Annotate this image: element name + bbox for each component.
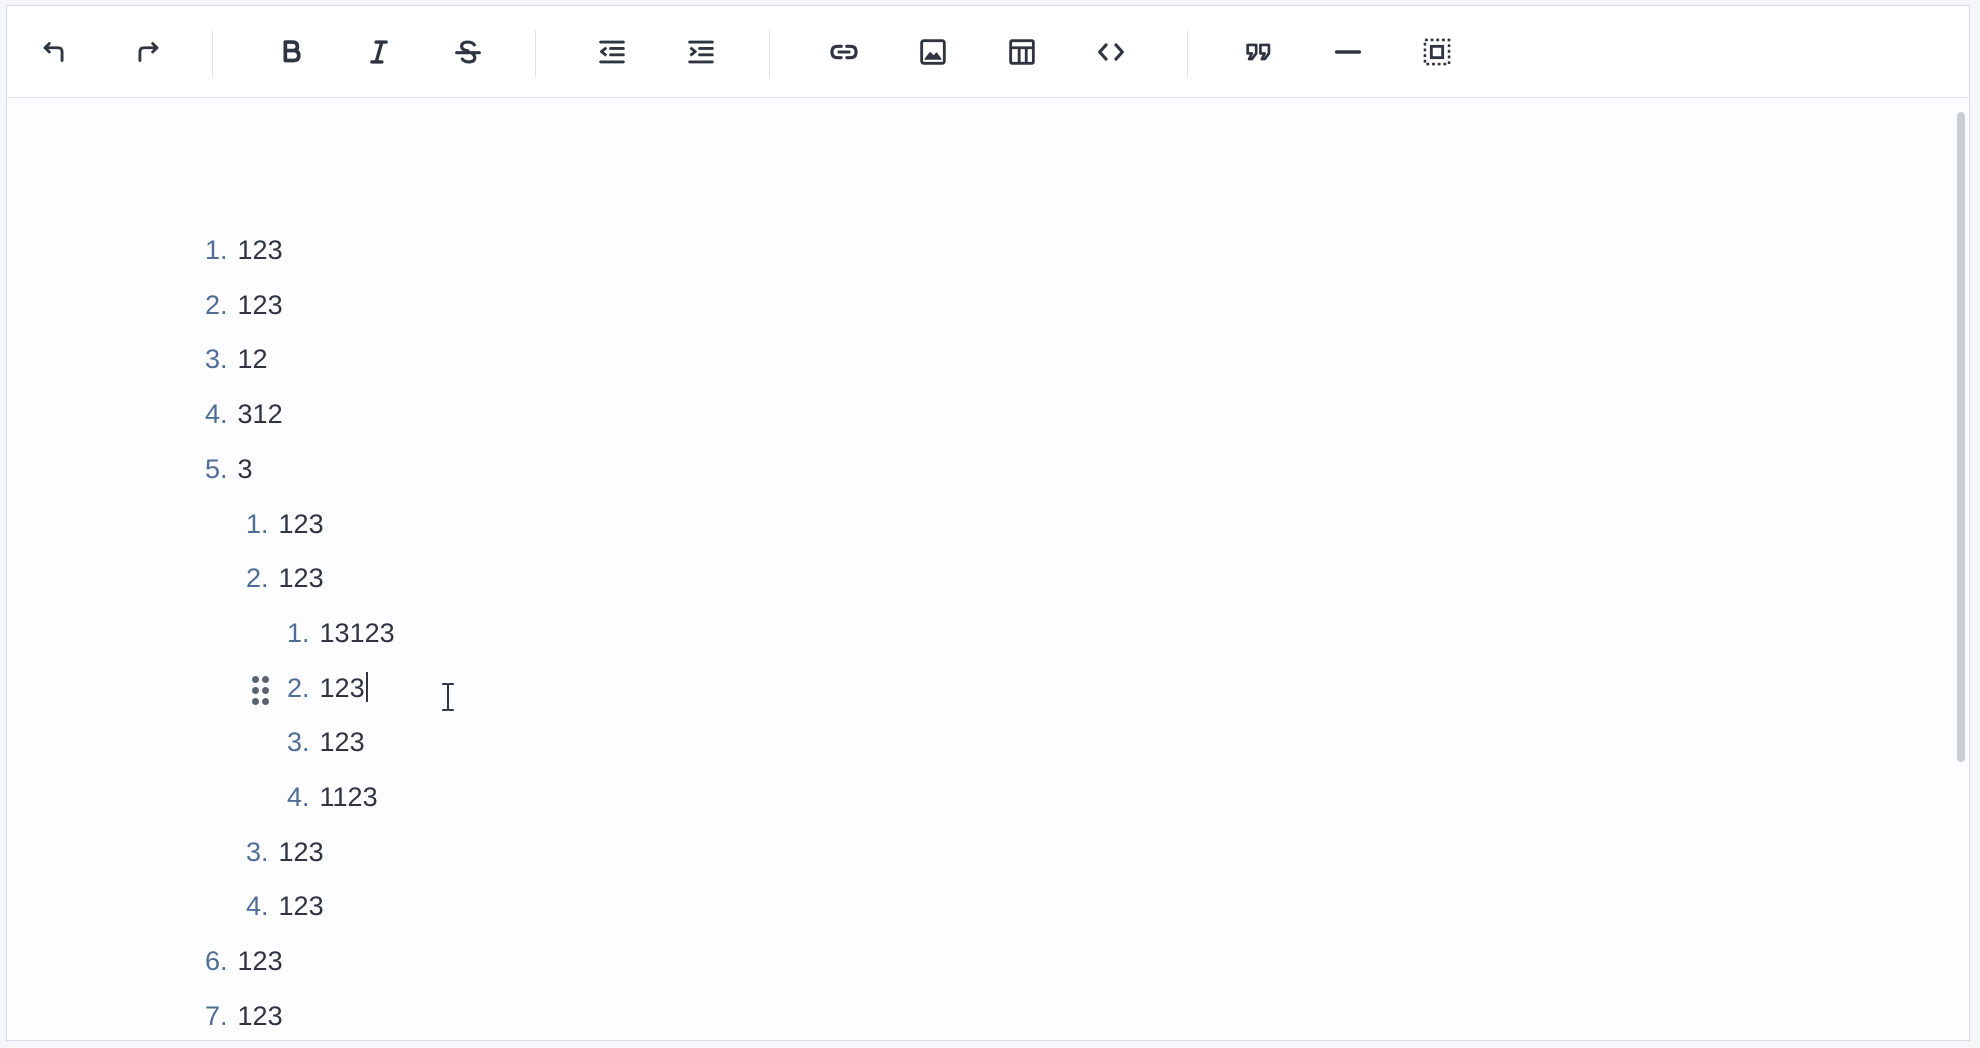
drag-handle-icon[interactable] [251,674,271,708]
outdent-icon [599,40,625,64]
list-item-marker: 2. [287,673,310,703]
list-item[interactable]: 7. 123 [205,996,283,1036]
list-item[interactable]: 1. 123 [246,504,324,544]
list-item[interactable]: 6. 123 [205,941,283,981]
indent-icon [688,40,714,64]
italic-button[interactable] [359,32,399,72]
horizontal-rule-button[interactable] [1328,32,1368,72]
list-item[interactable]: 4. 1123 [287,777,378,817]
list-item-text[interactable]: 123 [279,509,324,539]
editor-toolbar [7,6,1969,98]
list-item[interactable]: 3. 123 [287,722,365,762]
list-item[interactable]: 3. 123 [246,832,324,872]
list-item[interactable]: 1. 13123 [287,613,395,653]
redo-button[interactable] [127,32,167,72]
list-item-text[interactable]: 12 [238,344,268,374]
toolbar-divider [1187,30,1188,78]
list-item-marker: 3. [287,727,310,757]
list-item-text[interactable]: 123 [320,673,365,703]
list-item-marker: 1. [205,235,228,265]
undo-icon [43,42,64,62]
editor-window: 1. 123 2. 123 3. 12 4. 312 5. 3 1. 123 2. 123 1. 13123 2… [6,5,1970,1041]
image-icon [920,39,946,65]
list-item-text[interactable]: 123 [238,1001,283,1031]
list-item-text[interactable]: 123 [238,946,283,976]
list-item-text[interactable]: 123 [320,727,365,757]
quote-icon [1246,43,1271,61]
list-item-marker: 1. [287,618,310,648]
list-item[interactable]: 4. 312 [205,394,283,434]
code-button[interactable] [1091,32,1131,72]
strikethrough-button[interactable] [448,32,488,72]
list-item-text[interactable]: 123 [238,290,283,320]
toolbar-divider [212,30,213,78]
list-item-marker: 2. [205,290,228,320]
list-item-marker: 3. [205,344,228,374]
outdent-button[interactable] [592,32,632,72]
list-item[interactable]: 1. 123 [205,230,283,270]
list-item-text[interactable]: 3 [238,454,253,484]
list-item-marker: 2. [246,563,269,593]
list-item-text[interactable]: 123 [279,891,324,921]
link-button[interactable] [824,32,864,72]
link-icon [830,44,858,60]
list-item[interactable]: 5. 3 [205,449,253,489]
list-item-marker: 5. [205,454,228,484]
list-item-marker: 4. [287,782,310,812]
list-item[interactable]: 2. 123 [205,285,283,325]
code-icon [1098,43,1124,61]
redo-icon [138,42,159,62]
indent-button[interactable] [681,32,721,72]
list-item-text[interactable]: 13123 [320,618,395,648]
image-button[interactable] [913,32,953,72]
list-item-text[interactable]: 123 [238,235,283,265]
scrollbar[interactable] [1957,112,1965,762]
list-item[interactable]: 4. 123 [246,886,324,926]
undo-button[interactable] [35,32,75,72]
italic-icon [370,40,388,64]
list-item[interactable]: 2. 123 [287,668,368,708]
table-icon [1009,39,1035,65]
select-all-icon [1423,38,1451,66]
toolbar-divider [769,30,770,78]
strikethrough-icon [455,40,481,64]
horizontal-rule-icon [1334,50,1362,54]
select-all-button[interactable] [1417,32,1457,72]
list-item-marker: 7. [205,1001,228,1031]
toolbar-divider [535,30,536,78]
list-item[interactable]: 2. 123 [246,558,324,598]
bold-icon [283,40,301,63]
list-item-text[interactable]: 123 [279,837,324,867]
text-cursor-icon [442,683,454,711]
list-item-marker: 1. [246,509,269,539]
list-item-text[interactable]: 123 [279,563,324,593]
list-item[interactable]: 3. 12 [205,339,268,379]
quote-button[interactable] [1239,32,1279,72]
list-item-marker: 4. [246,891,269,921]
list-item-marker: 4. [205,399,228,429]
table-button[interactable] [1002,32,1042,72]
list-item-text[interactable]: 1123 [320,782,378,812]
editor-content[interactable]: 1. 123 2. 123 3. 12 4. 312 5. 3 1. 123 2. 123 1. 13123 2… [7,98,1969,1040]
list-item-text[interactable]: 312 [238,399,283,429]
list-item-marker: 6. [205,946,228,976]
list-item-marker: 3. [246,837,269,867]
text-caret [365,672,368,702]
bold-button[interactable] [271,32,311,72]
